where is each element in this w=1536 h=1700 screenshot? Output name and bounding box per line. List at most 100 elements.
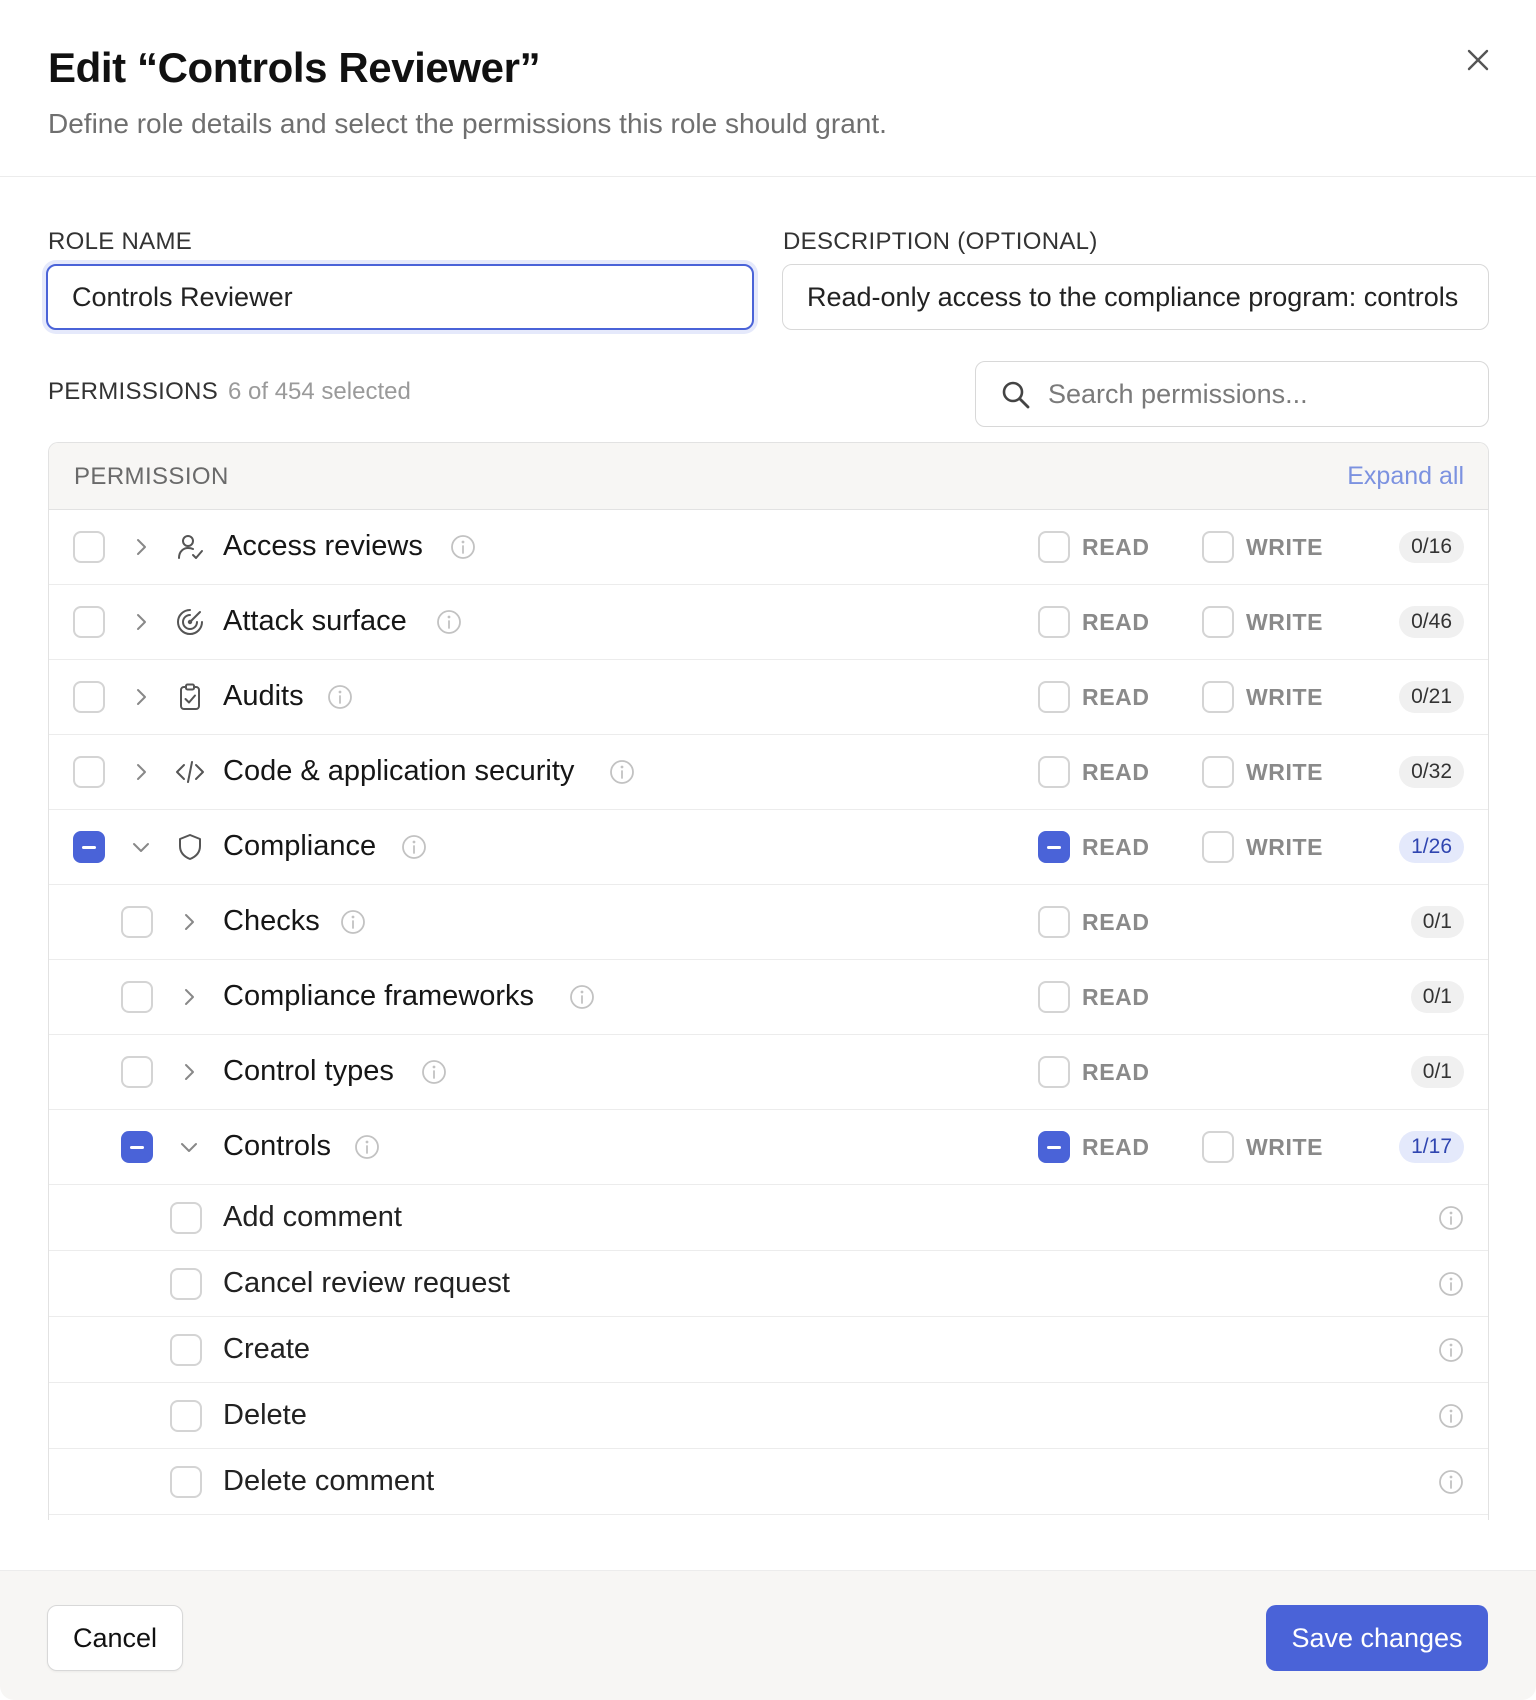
write-checkbox[interactable] (1202, 531, 1234, 563)
read-label: READ (1082, 534, 1150, 560)
read-label: READ (1082, 759, 1150, 785)
info-icon[interactable] (354, 1134, 380, 1160)
read-checkbox[interactable] (1038, 1056, 1070, 1088)
info-icon[interactable] (421, 1059, 447, 1085)
select-checkbox[interactable] (121, 1056, 153, 1088)
info-icon[interactable] (450, 534, 476, 560)
read-checkbox[interactable] (1038, 681, 1070, 713)
role-name-input[interactable]: Controls Reviewer (46, 264, 754, 330)
read-checkbox[interactable] (1038, 756, 1070, 788)
chevron-down-icon[interactable] (178, 1136, 200, 1158)
read-label: READ (1082, 684, 1150, 710)
category-name: Attack surface (223, 605, 407, 637)
count-badge: 0/16 (1399, 531, 1464, 563)
subcategory-row-control-types[interactable]: Control types READ 0/1 (49, 1035, 1488, 1110)
select-checkbox[interactable] (73, 606, 105, 638)
count-badge: 0/21 (1399, 681, 1464, 713)
read-checkbox-partial[interactable] (1038, 831, 1070, 863)
leaf-permission-row[interactable]: Delete (49, 1383, 1488, 1449)
search-input[interactable] (1048, 362, 1468, 426)
category-row-code-application-security[interactable]: Code & application security READ WRITE 0… (49, 735, 1488, 810)
read-checkbox[interactable] (1038, 606, 1070, 638)
write-label: WRITE (1246, 759, 1324, 785)
read-checkbox[interactable] (1038, 531, 1070, 563)
info-icon[interactable] (436, 609, 462, 635)
info-icon[interactable] (401, 834, 427, 860)
select-checkbox[interactable] (121, 981, 153, 1013)
select-checkbox[interactable] (170, 1268, 202, 1300)
info-icon[interactable] (1438, 1403, 1464, 1429)
read-label: READ (1082, 609, 1150, 635)
chevron-right-icon[interactable] (130, 686, 152, 708)
read-label: READ (1082, 834, 1150, 860)
info-icon[interactable] (1438, 1337, 1464, 1363)
select-checkbox[interactable] (73, 681, 105, 713)
permissions-selected-count: 6 of 454 selected (228, 378, 411, 405)
chevron-right-icon[interactable] (178, 986, 200, 1008)
write-checkbox[interactable] (1202, 831, 1234, 863)
write-checkbox[interactable] (1202, 681, 1234, 713)
category-name: Code & application security (223, 755, 575, 787)
category-name: Access reviews (223, 530, 423, 562)
description-input[interactable]: Read-only access to the compliance progr… (782, 264, 1489, 330)
select-checkbox[interactable] (73, 531, 105, 563)
count-badge: 0/1 (1410, 981, 1464, 1013)
select-checkbox[interactable] (73, 756, 105, 788)
save-changes-button[interactable]: Save changes (1266, 1605, 1488, 1671)
subcategory-name: Controls (223, 1130, 331, 1162)
category-row-access-reviews[interactable]: Access reviews READ WRITE 0/16 (49, 510, 1488, 585)
chevron-right-icon[interactable] (130, 536, 152, 558)
select-checkbox[interactable] (121, 906, 153, 938)
info-icon[interactable] (1438, 1271, 1464, 1297)
info-icon[interactable] (569, 984, 595, 1010)
leaf-permission-name: Cancel review request (223, 1267, 510, 1299)
info-icon[interactable] (1438, 1469, 1464, 1495)
select-checkbox[interactable] (170, 1334, 202, 1366)
category-row-compliance[interactable]: Compliance READ WRITE 1/26 (49, 810, 1488, 885)
chevron-right-icon[interactable] (178, 911, 200, 933)
read-checkbox-partial[interactable] (1038, 1131, 1070, 1163)
select-checkbox[interactable] (170, 1466, 202, 1498)
select-checkbox[interactable] (170, 1400, 202, 1432)
info-icon[interactable] (609, 759, 635, 785)
info-icon[interactable] (340, 909, 366, 935)
count-badge: 0/32 (1399, 756, 1464, 788)
chevron-down-icon[interactable] (130, 836, 152, 858)
write-label: WRITE (1246, 1134, 1324, 1160)
read-checkbox[interactable] (1038, 906, 1070, 938)
write-checkbox[interactable] (1202, 1131, 1234, 1163)
subcategory-row-controls[interactable]: Controls READ WRITE 1/17 (49, 1110, 1488, 1185)
cancel-button[interactable]: Cancel (47, 1605, 183, 1671)
chevron-right-icon[interactable] (130, 761, 152, 783)
leaf-permission-row[interactable]: Create (49, 1317, 1488, 1383)
write-checkbox[interactable] (1202, 756, 1234, 788)
leaf-permission-row[interactable]: Cancel review request (49, 1251, 1488, 1317)
select-checkbox[interactable] (170, 1202, 202, 1234)
write-label: WRITE (1246, 534, 1324, 560)
subcategory-row-compliance-frameworks[interactable]: Compliance frameworks READ 0/1 (49, 960, 1488, 1035)
category-row-audits[interactable]: Audits READ WRITE 0/21 (49, 660, 1488, 735)
leaf-permission-name: Delete comment (223, 1465, 435, 1497)
category-row-attack-surface[interactable]: Attack surface READ WRITE 0/46 (49, 585, 1488, 660)
write-label: WRITE (1246, 609, 1324, 635)
leaf-permission-name: Create (223, 1333, 311, 1365)
select-checkbox-partial[interactable] (73, 831, 105, 863)
shield-icon (179, 834, 201, 860)
info-icon[interactable] (1438, 1205, 1464, 1231)
role-name-label: ROLE NAME (48, 228, 193, 255)
read-checkbox[interactable] (1038, 981, 1070, 1013)
user-check-icon (178, 535, 203, 559)
count-badge: 1/26 (1399, 831, 1464, 863)
write-checkbox[interactable] (1202, 606, 1234, 638)
table-header: PERMISSION Expand all (49, 443, 1488, 510)
leaf-permission-row[interactable]: Delete comment (49, 1449, 1488, 1515)
chevron-right-icon[interactable] (178, 1061, 200, 1083)
close-button[interactable] (1458, 40, 1498, 80)
subcategory-row-checks[interactable]: Checks READ 0/1 (49, 885, 1488, 960)
info-icon[interactable] (327, 684, 353, 710)
select-checkbox-partial[interactable] (121, 1131, 153, 1163)
expand-all-link[interactable]: Expand all (1347, 462, 1464, 491)
read-label: READ (1082, 1134, 1150, 1160)
chevron-right-icon[interactable] (130, 611, 152, 633)
leaf-permission-row[interactable]: Add comment (49, 1185, 1488, 1251)
